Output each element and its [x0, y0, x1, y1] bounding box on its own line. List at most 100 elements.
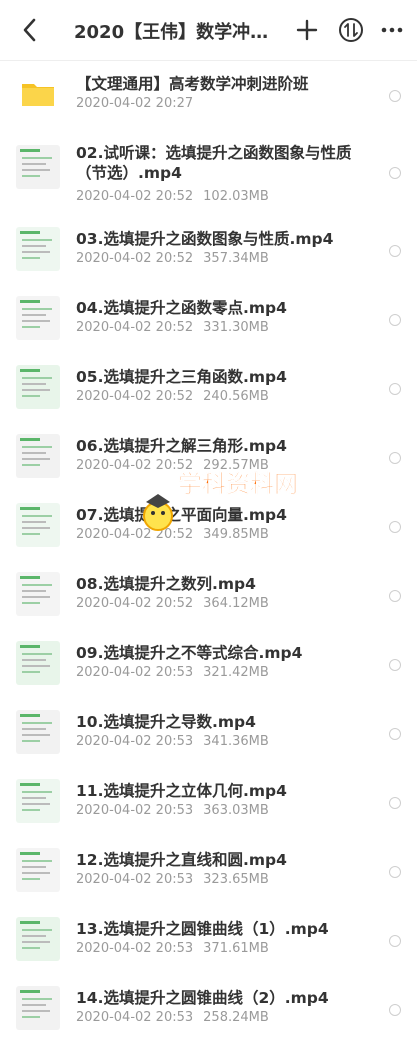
- video-thumbnail-icon: [16, 710, 60, 754]
- file-row[interactable]: 03.选填提升之函数图象与性质.mp4 2020-04-02 20:52 357.3…: [0, 217, 417, 286]
- video-thumbnail-icon: [16, 779, 60, 823]
- video-thumbnail-icon: [16, 365, 60, 409]
- file-meta: 2020-04-02 20:52 292.57MB: [76, 458, 269, 474]
- file-row[interactable]: 04.选填提升之函数零点.mp4 2020-04-02 20:52 331.30MB: [0, 286, 417, 355]
- file-date: 2020-04-02 20:52: [76, 596, 194, 611]
- file-date: 2020-04-02 20:53: [76, 665, 194, 680]
- file-row[interactable]: 06.选填提升之解三角形.mp4 2020-04-02 20:52 292.57MB: [0, 424, 417, 493]
- file-row[interactable]: 12.选填提升之直线和圆.mp4 2020-04-02 20:53 323.65MB: [0, 838, 417, 907]
- file-row[interactable]: 10.选填提升之导数.mp4 2020-04-02 20:53 341.36MB: [0, 700, 417, 769]
- file-meta: 2020-04-02 20:52 349.85MB: [76, 527, 269, 543]
- file-size: 349.85MB: [203, 527, 269, 542]
- file-size: 258.24MB: [203, 1010, 269, 1025]
- file-date: 2020-04-02 20:53: [76, 1010, 194, 1025]
- file-name: 04.选填提升之函数零点.mp4: [76, 299, 287, 317]
- file-name: 13.选填提升之圆锥曲线（1）.mp4: [76, 920, 329, 938]
- video-thumbnail-icon: [16, 296, 60, 340]
- file-size: 364.12MB: [203, 596, 269, 611]
- file-row[interactable]: 09.选填提升之不等式综合.mp4 2020-04-02 20:53 321.42M…: [0, 631, 417, 700]
- file-size: 240.56MB: [203, 389, 269, 404]
- video-thumbnail-icon: [16, 434, 60, 478]
- file-row[interactable]: 11.选填提升之立体几何.mp4 2020-04-02 20:53 363.03MB: [0, 769, 417, 838]
- file-row[interactable]: 13.选填提升之圆锥曲线（1）.mp4 2020-04-02 20:53 371.6…: [0, 907, 417, 976]
- file-size: 321.42MB: [203, 665, 269, 680]
- file-date: 2020-04-02 20:52: [76, 320, 194, 335]
- video-thumbnail: [16, 710, 60, 754]
- file-date: 2020-04-02 20:52: [76, 527, 194, 542]
- select-radio[interactable]: [389, 590, 401, 602]
- select-radio[interactable]: [389, 314, 401, 326]
- select-radio[interactable]: [389, 866, 401, 878]
- file-date: 2020-04-02 20:52: [76, 389, 194, 404]
- select-radio[interactable]: [389, 797, 401, 809]
- folder-icon: [22, 84, 54, 106]
- video-thumbnail-icon: [16, 227, 60, 271]
- file-name: 08.选填提升之数列.mp4: [76, 575, 256, 593]
- video-thumbnail: [16, 986, 60, 1030]
- page-title: 2020【王伟】数学冲刺…: [74, 22, 286, 43]
- file-row[interactable]: 07.选填提升之平面向量.mp4 2020-04-02 20:52 349.85MB: [0, 493, 417, 562]
- file-size: 323.65MB: [203, 872, 269, 887]
- file-date: 2020-04-02 20:53: [76, 803, 194, 818]
- video-thumbnail: [16, 503, 60, 547]
- video-thumbnail: [16, 296, 60, 340]
- file-name: 05.选填提升之三角函数.mp4: [76, 368, 287, 386]
- file-date: 2020-04-02 20:52: [76, 458, 194, 473]
- file-name: 07.选填提升之平面向量.mp4: [76, 506, 287, 524]
- plus-icon[interactable]: [293, 16, 321, 44]
- file-row[interactable]: 05.选填提升之三角函数.mp4 2020-04-02 20:52 240.56MB: [0, 355, 417, 424]
- file-meta: 2020-04-02 20:53 363.03MB: [76, 803, 269, 819]
- video-thumbnail: [16, 572, 60, 616]
- video-thumbnail: [16, 917, 60, 961]
- video-thumbnail-icon: [16, 145, 60, 189]
- video-thumbnail-icon: [16, 986, 60, 1030]
- folder-row[interactable]: 【文理通用】高考数学冲刺进阶班 2020-04-02 20:27: [0, 62, 417, 131]
- file-date: 2020-04-02 20:27: [76, 96, 194, 111]
- file-date: 2020-04-02 20:53: [76, 734, 194, 749]
- file-meta: 2020-04-02 20:52 102.03MB: [76, 189, 269, 205]
- file-size: 341.36MB: [203, 734, 269, 749]
- video-thumbnail-icon: [16, 848, 60, 892]
- file-meta: 2020-04-02 20:53 341.36MB: [76, 734, 269, 750]
- video-thumbnail: [16, 848, 60, 892]
- video-thumbnail-icon: [16, 917, 60, 961]
- select-radio[interactable]: [389, 383, 401, 395]
- select-radio[interactable]: [389, 1004, 401, 1016]
- file-name: 06.选填提升之解三角形.mp4: [76, 437, 287, 455]
- select-radio[interactable]: [389, 659, 401, 671]
- file-meta: 2020-04-02 20:27: [76, 96, 193, 112]
- file-name: 14.选填提升之圆锥曲线（2）.mp4: [76, 989, 329, 1007]
- file-meta: 2020-04-02 20:52 364.12MB: [76, 596, 269, 612]
- file-size: 292.57MB: [203, 458, 269, 473]
- file-date: 2020-04-02 20:52: [76, 251, 194, 266]
- select-radio[interactable]: [389, 452, 401, 464]
- file-size: 371.61MB: [203, 941, 269, 956]
- file-row[interactable]: 02.试听课：选填提升之函数图象与性质（节选）.mp4 2020-04-02 20…: [0, 131, 417, 217]
- file-row[interactable]: 14.选填提升之圆锥曲线（2）.mp4 2020-04-02 20:53 258.2…: [0, 976, 417, 1045]
- select-radio[interactable]: [389, 90, 401, 102]
- select-radio[interactable]: [389, 167, 401, 179]
- select-radio[interactable]: [389, 728, 401, 740]
- select-radio[interactable]: [389, 935, 401, 947]
- video-thumbnail: [16, 434, 60, 478]
- file-name: 02.试听课：选填提升之函数图象与性质（节选）.mp4: [76, 144, 352, 182]
- file-size: 357.34MB: [203, 251, 269, 266]
- select-radio[interactable]: [389, 245, 401, 257]
- select-radio[interactable]: [389, 521, 401, 533]
- more-dots-icon[interactable]: [378, 16, 406, 44]
- video-thumbnail-icon: [16, 503, 60, 547]
- file-meta: 2020-04-02 20:52 331.30MB: [76, 320, 269, 336]
- folder-icon: [16, 72, 60, 116]
- back-chevron-icon[interactable]: [18, 16, 42, 44]
- file-row[interactable]: 08.选填提升之数列.mp4 2020-04-02 20:52 364.12MB: [0, 562, 417, 631]
- file-name: 10.选填提升之导数.mp4: [76, 713, 256, 731]
- sort-circle-icon[interactable]: [337, 16, 365, 44]
- file-meta: 2020-04-02 20:52 357.34MB: [76, 251, 269, 267]
- video-thumbnail: [16, 145, 60, 189]
- video-thumbnail: [16, 365, 60, 409]
- file-name: 03.选填提升之函数图象与性质.mp4: [76, 230, 334, 248]
- file-size: 331.30MB: [203, 320, 269, 335]
- file-date: 2020-04-02 20:53: [76, 941, 194, 956]
- top-bar: 2020【王伟】数学冲刺…: [0, 0, 417, 61]
- file-name: 12.选填提升之直线和圆.mp4: [76, 851, 287, 869]
